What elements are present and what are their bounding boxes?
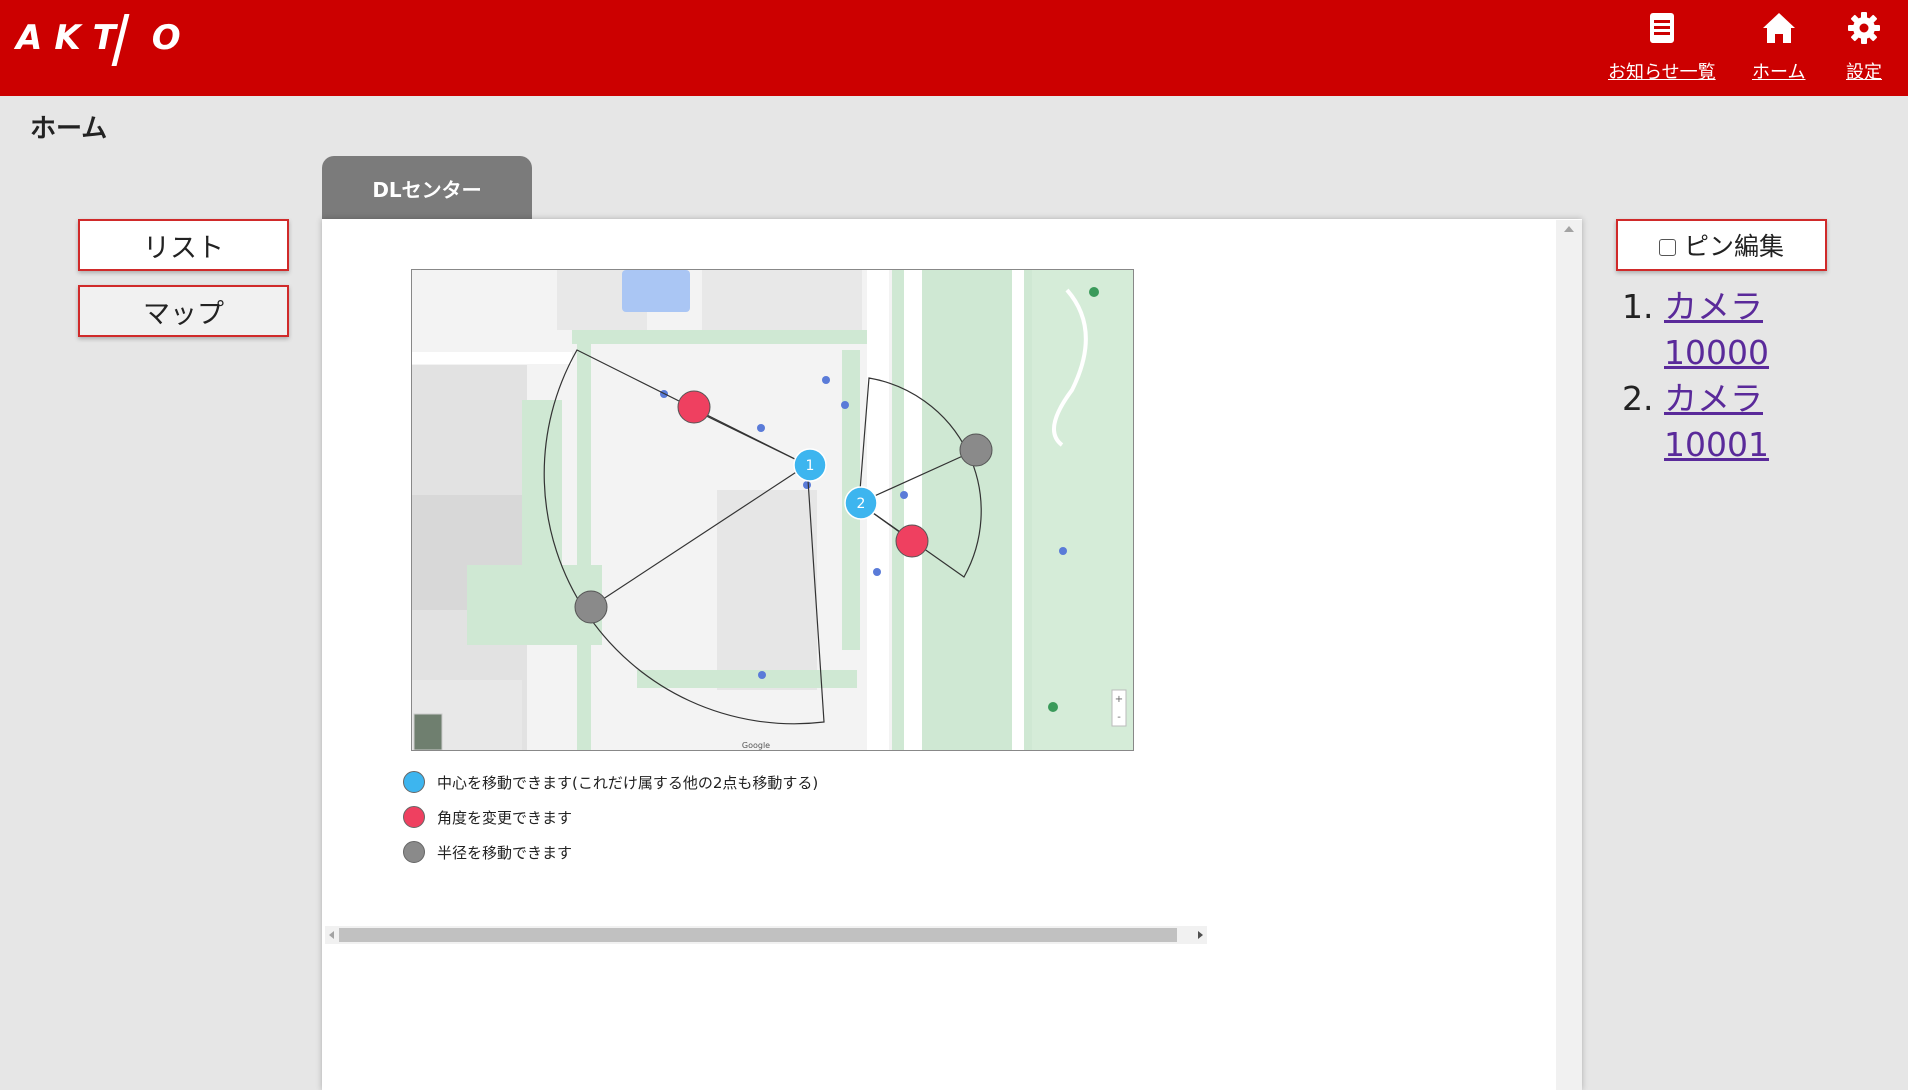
tab-dl-center[interactable]: DLセンター — [322, 156, 532, 220]
scroll-up-arrow-icon[interactable] — [1564, 226, 1574, 232]
gear-icon — [1848, 12, 1880, 44]
nav-home[interactable]: ホーム — [1752, 10, 1805, 84]
google-attribution: Google — [742, 741, 770, 750]
radius-handle-2[interactable] — [959, 433, 993, 467]
list-item: 2. カメラ 10001 — [1622, 376, 1769, 468]
horizontal-scrollbar[interactable] — [325, 926, 1207, 944]
list-item-number: 2. — [1622, 379, 1654, 418]
camera-id: 10001 — [1664, 425, 1769, 464]
radius-handle-1[interactable] — [574, 590, 608, 624]
center-pin-1-label: 1 — [806, 458, 815, 474]
center-pin-1[interactable]: 1 — [793, 448, 827, 482]
svg-text:+: + — [1115, 694, 1123, 705]
legend-text-radius: 半径を移動できます — [437, 843, 573, 862]
camera-name: カメラ — [1664, 379, 1763, 418]
pin-edit-label: ピン編集 — [1683, 232, 1784, 261]
blue-dot-icon — [403, 771, 425, 793]
legend-item-angle: 角度を変更できます — [403, 806, 572, 828]
list-item: 1. カメラ 10000 — [1622, 284, 1769, 376]
map-canvas[interactable]: 1 2 + - Google — [412, 270, 1134, 751]
camera-list: 1. カメラ 10000 2. カメラ 10001 — [1622, 284, 1769, 468]
center-pin-2[interactable]: 2 — [844, 486, 878, 520]
nav-settings-label: 設定 — [1846, 62, 1882, 83]
nav-settings[interactable]: 設定 — [1846, 10, 1882, 84]
camera-link-10001[interactable]: カメラ 10001 — [1664, 376, 1769, 468]
nav-home-label: ホーム — [1752, 62, 1806, 83]
list-button[interactable]: リスト — [78, 219, 289, 271]
camera-id: 10000 — [1664, 333, 1769, 372]
horizontal-scrollbar-thumb[interactable] — [339, 928, 1177, 942]
svg-text:-: - — [1117, 712, 1121, 723]
camera-link-10000[interactable]: カメラ 10000 — [1664, 284, 1769, 376]
gray-dot-icon — [403, 841, 425, 863]
pin-edit-checkbox[interactable] — [1658, 238, 1676, 256]
document-list-icon — [1649, 13, 1674, 43]
page-title: ホーム — [30, 114, 108, 144]
legend-text-center: 中心を移動できます(これだけ属する他の2点も移動する) — [437, 773, 819, 792]
center-pin-2-label: 2 — [857, 496, 866, 512]
map-button[interactable]: マップ — [78, 285, 289, 337]
home-icon — [1762, 13, 1795, 43]
scroll-left-arrow-icon[interactable] — [329, 931, 334, 939]
app-header: AKT O お知らせ一覧 ホーム 設定 — [0, 0, 1908, 96]
camera-map[interactable]: 1 2 + - Google — [411, 269, 1134, 751]
angle-handle-2[interactable] — [895, 524, 929, 558]
camera-name: カメラ — [1664, 287, 1763, 326]
aktio-logo[interactable]: AKT O — [16, 18, 193, 58]
legend-text-angle: 角度を変更できます — [437, 808, 573, 827]
scroll-right-arrow-icon[interactable] — [1198, 931, 1203, 939]
list-item-number: 1. — [1622, 287, 1654, 326]
pin-edit-toggle[interactable]: ピン編集 — [1616, 219, 1827, 271]
vertical-scrollbar[interactable] — [1556, 220, 1582, 1090]
street-view-thumbnail[interactable] — [413, 713, 443, 750]
nav-notifications-label: お知らせ一覧 — [1608, 62, 1716, 83]
legend-item-radius: 半径を移動できます — [403, 841, 572, 863]
logo-text: AKT O — [16, 18, 193, 58]
nav-notifications[interactable]: お知らせ一覧 — [1608, 10, 1716, 84]
legend-item-center: 中心を移動できます(これだけ属する他の2点も移動する) — [403, 771, 818, 793]
red-dot-icon — [403, 806, 425, 828]
angle-handle-1[interactable] — [677, 390, 711, 424]
